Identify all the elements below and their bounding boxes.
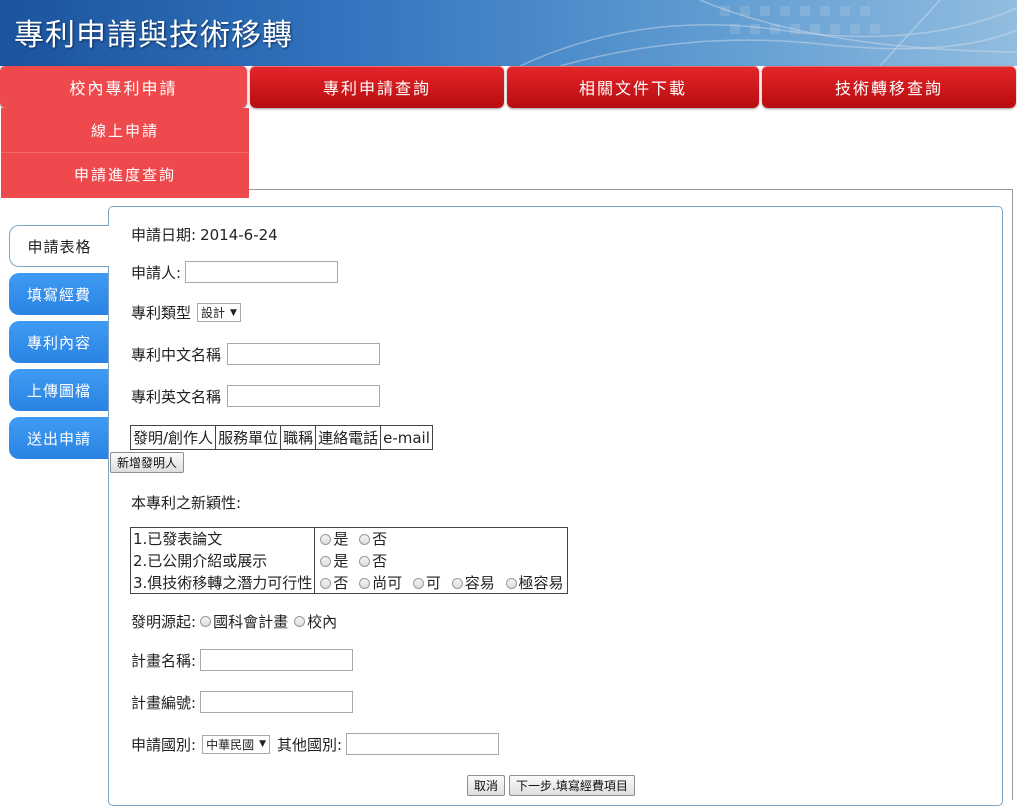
date-value: 2014-6-24 bbox=[200, 225, 278, 244]
novelty-row-label: 3.俱技術移轉之潛力可行性 bbox=[130, 571, 316, 594]
project-name-input[interactable] bbox=[200, 649, 354, 671]
novelty-heading: 本專利之新穎性: bbox=[131, 492, 241, 513]
nav-dropdown-menu: 線上申請 申請進度查詢 bbox=[1, 108, 249, 198]
tab-application-form[interactable]: 申請表格 bbox=[9, 225, 109, 267]
country-row: 申請國別: 中華民國 ▼ 其他國別: bbox=[131, 733, 500, 755]
date-label: 申請日期: bbox=[131, 226, 197, 244]
tab-upload-images[interactable]: 上傳圖檔 bbox=[9, 369, 109, 411]
novelty-label: 本專利之新穎性: bbox=[131, 494, 242, 512]
chevron-down-icon: ▼ bbox=[259, 739, 266, 749]
tab-fill-expenses[interactable]: 填寫經費 bbox=[9, 273, 109, 315]
column-unit: 服務單位 bbox=[215, 425, 282, 450]
radio-label: 極容易 bbox=[518, 573, 564, 592]
patent-type-label: 專利類型 bbox=[131, 304, 192, 322]
column-title: 職稱 bbox=[280, 425, 317, 450]
novelty-row-label: 1.已發表論文 bbox=[130, 527, 316, 550]
nav-tech-transfer-query[interactable]: 技術轉移查詢 bbox=[762, 66, 1016, 108]
radio-transfer-no[interactable] bbox=[320, 577, 332, 589]
site-title: 專利申請與技術移轉 bbox=[14, 18, 293, 53]
novelty-row-public: 2.已公開介紹或展示 是 否 bbox=[130, 549, 568, 572]
origin-row: 發明源起: 國科會計畫 校內 bbox=[131, 611, 339, 632]
radio-paper-yes[interactable] bbox=[320, 534, 332, 546]
radio-label: 是 bbox=[333, 552, 349, 570]
column-email: e-mail bbox=[380, 425, 433, 450]
nav-document-download[interactable]: 相關文件下載 bbox=[507, 66, 759, 108]
country-selected-value: 中華民國 bbox=[206, 737, 255, 752]
novelty-table: 1.已發表論文 是 否 2.已公開介紹或展示 是 否 3.俱技術移轉之潛力可行性… bbox=[130, 527, 568, 594]
cn-name-row: 專利中文名稱 bbox=[131, 343, 381, 365]
project-no-row: 計畫編號: bbox=[131, 691, 354, 713]
application-form-panel: 申請日期: 2014-6-24 申請人: 專利類型 設計 ▼ 專利中文名稱 專利… bbox=[108, 206, 1003, 806]
column-inventor: 發明/創作人 bbox=[129, 425, 217, 450]
other-country-input[interactable] bbox=[346, 733, 500, 755]
en-name-row: 專利英文名稱 bbox=[131, 385, 381, 407]
en-name-input[interactable] bbox=[227, 385, 381, 407]
radio-label: 是 bbox=[333, 530, 349, 549]
radio-origin-campus[interactable] bbox=[294, 616, 306, 627]
applicant-label: 申請人: bbox=[131, 263, 182, 282]
radio-label: 國科會計畫 bbox=[213, 613, 289, 631]
project-name-row: 計畫名稱: bbox=[131, 649, 354, 671]
other-country-label: 其他國別: bbox=[277, 735, 343, 754]
radio-label: 否 bbox=[372, 552, 388, 570]
country-label: 申請國別: bbox=[131, 735, 197, 754]
project-no-label: 計畫編號: bbox=[131, 693, 197, 712]
radio-public-yes[interactable] bbox=[320, 556, 332, 567]
patent-type-row: 專利類型 設計 ▼ bbox=[131, 302, 241, 323]
applicant-input[interactable] bbox=[185, 261, 339, 283]
tab-patent-content[interactable]: 專利內容 bbox=[9, 321, 109, 363]
radio-label: 否 bbox=[372, 530, 388, 549]
project-name-label: 計畫名稱: bbox=[131, 651, 197, 670]
novelty-row-transfer: 3.俱技術移轉之潛力可行性 否 尚可 可 容易 極容易 bbox=[130, 571, 568, 594]
radio-label: 尚可 bbox=[372, 573, 403, 592]
next-step-button[interactable]: 下一步.填寫經費項目 bbox=[509, 775, 635, 796]
novelty-row-label: 2.已公開介紹或展示 bbox=[130, 549, 316, 572]
novelty-row-options: 是 否 bbox=[315, 528, 567, 550]
novelty-row-paper: 1.已發表論文 是 否 bbox=[130, 527, 568, 550]
radio-origin-nsc-project[interactable] bbox=[200, 616, 212, 627]
project-no-input[interactable] bbox=[200, 691, 354, 713]
radio-transfer-ok[interactable] bbox=[412, 577, 424, 589]
en-name-label: 專利英文名稱 bbox=[131, 387, 222, 406]
cancel-button[interactable]: 取消 bbox=[467, 775, 506, 796]
add-inventor-button[interactable]: 新增發明人 bbox=[110, 452, 185, 473]
novelty-row-options: 是 否 bbox=[315, 550, 567, 572]
tab-submit-application[interactable]: 送出申請 bbox=[9, 417, 109, 459]
country-select[interactable]: 中華民國 ▼ bbox=[202, 734, 270, 754]
novelty-row-options: 否 尚可 可 容易 極容易 bbox=[315, 572, 567, 594]
cn-name-label: 專利中文名稱 bbox=[131, 345, 222, 364]
radio-transfer-easy[interactable] bbox=[451, 577, 463, 589]
form-actions: 取消 下一步.填寫經費項目 bbox=[467, 775, 635, 796]
main-nav: 校內專利申請 專利申請查詢 相關文件下載 技術轉移查詢 bbox=[0, 66, 1017, 108]
radio-label: 否 bbox=[333, 573, 349, 592]
radio-transfer-fair[interactable] bbox=[359, 577, 371, 589]
add-inventor-wrap: 新增發明人 bbox=[110, 452, 185, 473]
menu-item-online-application[interactable]: 線上申請 bbox=[1, 108, 249, 152]
radio-label: 校內 bbox=[307, 613, 338, 631]
patent-type-selected-value: 設計 bbox=[201, 306, 226, 320]
cn-name-input[interactable] bbox=[227, 343, 381, 365]
radio-transfer-very-easy[interactable] bbox=[505, 577, 517, 589]
menu-item-progress-query[interactable]: 申請進度查詢 bbox=[1, 152, 249, 196]
radio-public-no[interactable] bbox=[359, 556, 371, 567]
radio-label: 可 bbox=[425, 573, 441, 592]
nav-patent-application-query[interactable]: 專利申請查詢 bbox=[250, 66, 504, 108]
column-phone: 連絡電話 bbox=[315, 425, 382, 450]
chevron-down-icon: ▼ bbox=[230, 307, 237, 318]
applicant-row: 申請人: bbox=[131, 261, 339, 283]
outer-panel-border-right bbox=[1012, 189, 1013, 800]
inventor-table-header: 發明/創作人 服務單位 職稱 連絡電話 e-mail bbox=[129, 425, 433, 450]
outer-panel-border-top bbox=[249, 189, 1013, 190]
nav-campus-patent-application[interactable]: 校內專利申請 bbox=[0, 66, 247, 108]
radio-label: 容易 bbox=[464, 573, 495, 592]
header-banner: 專利申請與技術移轉 bbox=[0, 0, 1017, 66]
origin-label: 發明源起: bbox=[131, 613, 197, 631]
date-row: 申請日期: 2014-6-24 bbox=[131, 224, 278, 245]
inventor-table: 發明/創作人 服務單位 職稱 連絡電話 e-mail bbox=[129, 425, 433, 450]
radio-paper-no[interactable] bbox=[359, 534, 371, 546]
patent-type-select[interactable]: 設計 ▼ bbox=[197, 303, 241, 322]
